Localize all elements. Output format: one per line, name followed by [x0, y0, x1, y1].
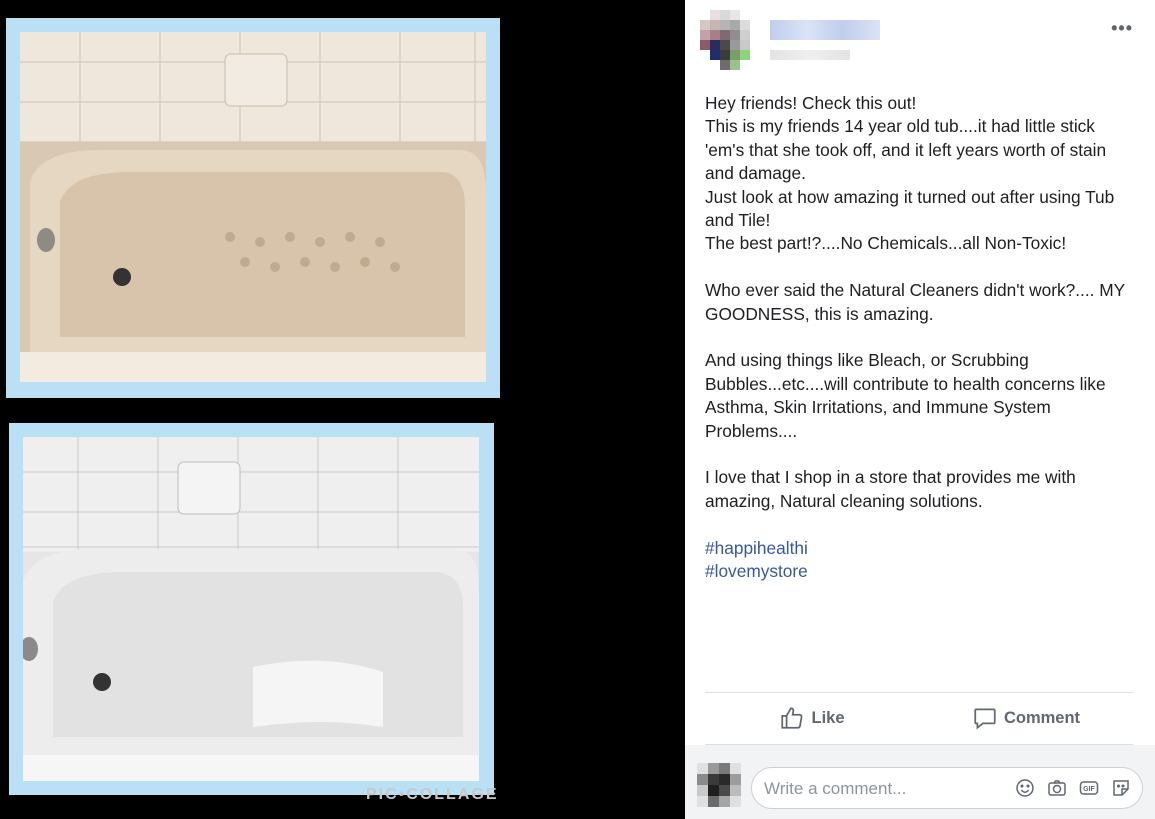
- photo-viewer: PIC•COLLAGE: [0, 0, 685, 819]
- comment-placeholder: Write a comment...: [764, 779, 907, 798]
- comment-tools: GIF: [1014, 777, 1132, 799]
- post-line: [705, 256, 1137, 279]
- post-body: Hey friends! Check this out! This is my …: [705, 92, 1137, 583]
- post-line: And using things like Bleach, or Scrubbi…: [705, 350, 1106, 441]
- comment-button[interactable]: Comment: [919, 694, 1133, 742]
- hashtag-link[interactable]: #happihealthi: [705, 537, 1137, 560]
- pic-collage-watermark: PIC•COLLAGE: [366, 786, 499, 803]
- before-bathtub-photo[interactable]: [20, 32, 486, 382]
- camera-icon[interactable]: [1046, 777, 1068, 799]
- gif-icon[interactable]: GIF: [1078, 777, 1100, 799]
- post-line: I love that I shop in a store that provi…: [705, 467, 1076, 511]
- post-line: The best part!?....No Chemicals...all No…: [705, 233, 1067, 254]
- post-panel: ••• Hey friends! Check this out! This is…: [685, 0, 1155, 819]
- before-photo-frame: [6, 18, 500, 398]
- comment-input[interactable]: Write a comment... GIF: [751, 767, 1143, 809]
- actions-divider: [705, 692, 1133, 693]
- post-actions: Like Comment: [705, 694, 1133, 742]
- after-bathtub-photo[interactable]: [23, 437, 479, 781]
- sticker-icon[interactable]: [1110, 777, 1132, 799]
- thumbs-up-icon: [781, 707, 803, 729]
- post-line: [705, 326, 1137, 349]
- after-photo-frame: [9, 423, 494, 795]
- post-line: Hey friends! Check this out!: [705, 93, 917, 113]
- post-line: [705, 443, 1137, 466]
- speech-bubble-icon: [974, 708, 996, 730]
- like-button[interactable]: Like: [705, 694, 919, 742]
- svg-text:GIF: GIF: [1083, 786, 1095, 793]
- more-options-icon[interactable]: •••: [1111, 18, 1133, 39]
- post-line: [705, 513, 1137, 536]
- like-label: Like: [811, 708, 845, 727]
- comment-composer: Write a comment... GIF: [685, 745, 1155, 819]
- post-timestamp-redacted[interactable]: [770, 50, 850, 60]
- viewer-avatar[interactable]: [697, 763, 741, 807]
- post-line: Who ever said the Natural Cleaners didn'…: [705, 280, 1125, 324]
- post-line: This is my friends 14 year old tub....it…: [705, 116, 1107, 184]
- author-name-redacted[interactable]: [770, 20, 880, 40]
- comment-label: Comment: [1003, 708, 1081, 727]
- post-line: Just look at how amazing it turned out a…: [705, 186, 1115, 231]
- hashtag-list: #happihealthi #lovemystore: [705, 537, 1137, 584]
- hashtag-link[interactable]: #lovemystore: [705, 560, 1137, 583]
- emoji-icon[interactable]: [1014, 777, 1036, 799]
- author-avatar[interactable]: [700, 10, 760, 70]
